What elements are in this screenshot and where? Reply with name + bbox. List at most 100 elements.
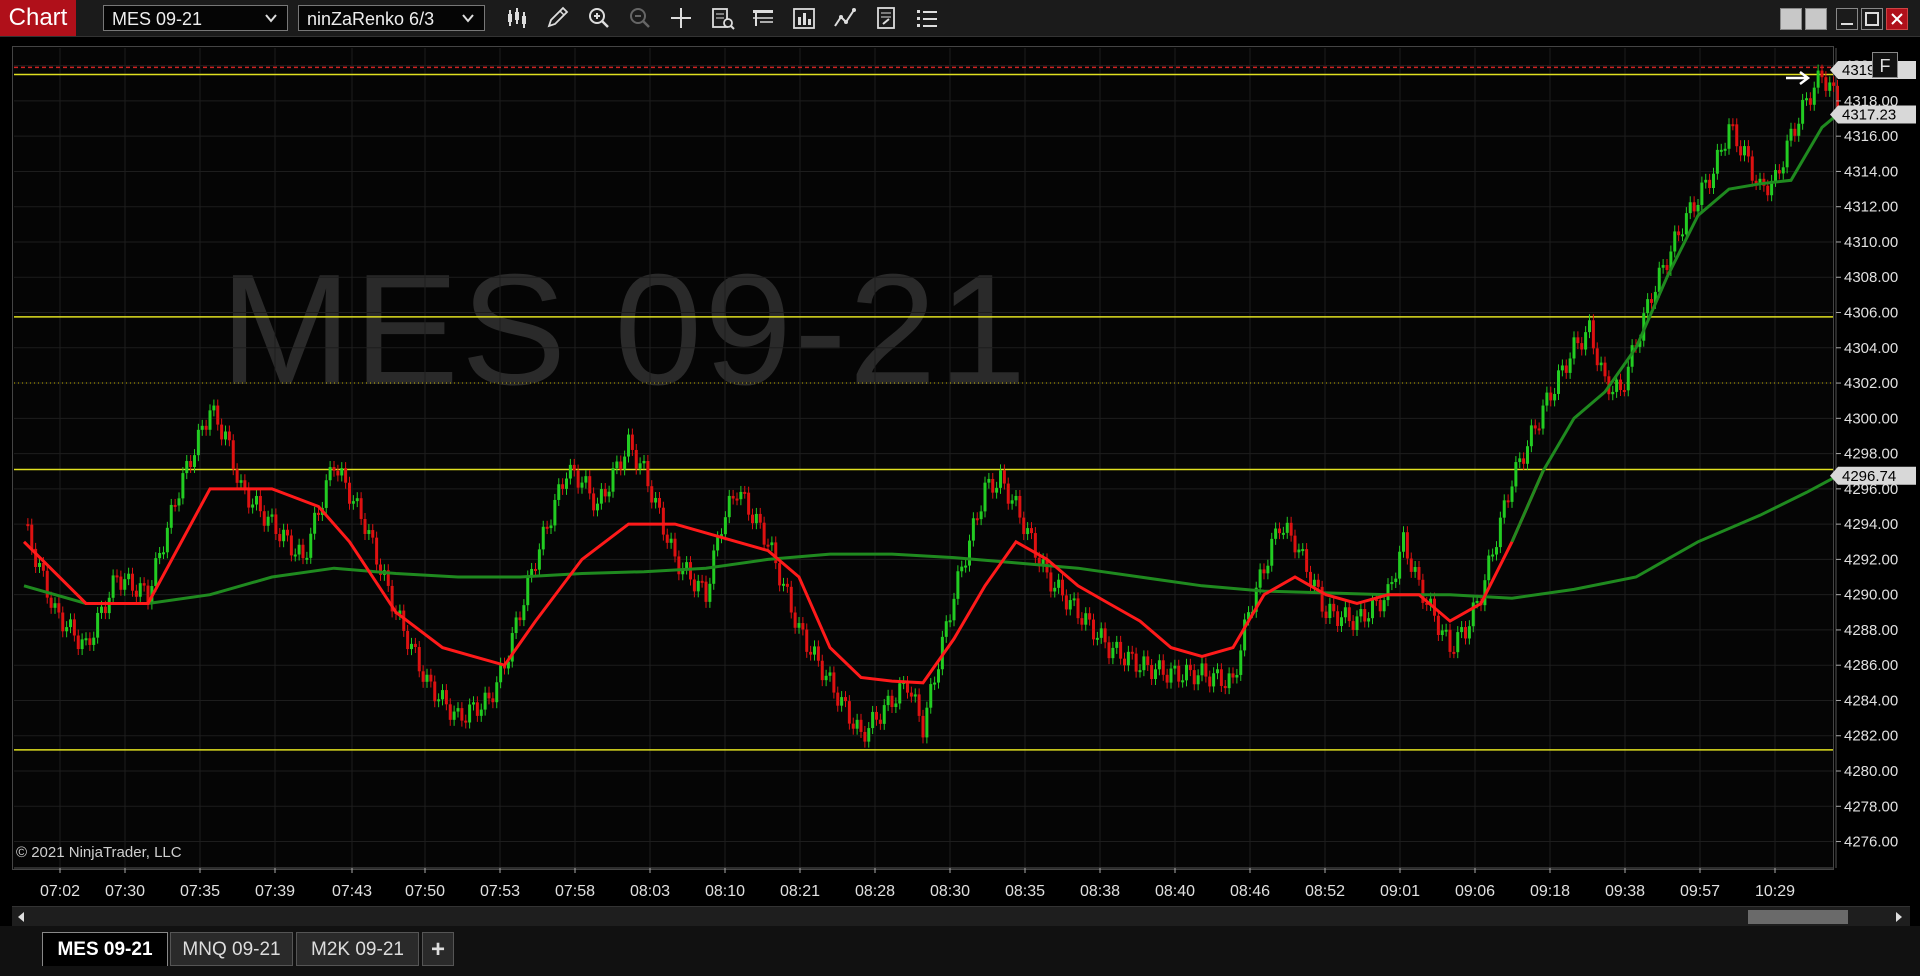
up-bar	[929, 684, 933, 708]
down-bar	[258, 495, 262, 512]
up-bar	[1700, 182, 1704, 205]
down-bar	[1030, 528, 1033, 534]
down-bar	[421, 671, 425, 682]
up-bar	[111, 575, 115, 598]
up-bar	[580, 482, 584, 488]
scroll-left-icon[interactable]	[14, 907, 28, 927]
down-bar	[1405, 532, 1409, 559]
up-bar	[642, 460, 646, 464]
up-bar	[871, 711, 875, 729]
up-bar	[177, 498, 181, 506]
down-bar	[677, 556, 681, 575]
up-bar	[495, 682, 499, 703]
down-bar	[735, 498, 739, 501]
down-bar	[142, 583, 146, 586]
up-bar	[1599, 362, 1603, 366]
time-tick-label: 08:10	[705, 883, 745, 900]
up-bar	[1301, 549, 1305, 552]
down-bar	[243, 480, 247, 489]
up-bar	[1173, 665, 1177, 669]
up-bar	[1095, 637, 1099, 640]
down-bar	[1436, 615, 1440, 635]
down-bar	[1150, 664, 1154, 680]
up-bar	[441, 690, 444, 700]
down-bar	[1165, 674, 1169, 683]
down-bar	[1746, 146, 1750, 157]
down-bar	[1665, 265, 1669, 270]
down-bar	[173, 504, 177, 507]
up-bar	[886, 695, 890, 706]
time-tick-label: 08:30	[930, 883, 970, 900]
up-bar	[1014, 495, 1018, 501]
time-tick-label: 07:43	[332, 883, 372, 900]
up-bar	[952, 598, 956, 621]
up-bar	[1386, 584, 1390, 601]
up-bar	[638, 463, 642, 469]
down-bar	[851, 723, 855, 729]
up-bar	[1712, 173, 1715, 189]
up-bar	[1185, 664, 1188, 681]
up-bar	[1816, 70, 1820, 88]
up-bar	[1781, 167, 1785, 174]
time-tick-label: 09:57	[1680, 883, 1720, 900]
down-bar	[863, 731, 867, 742]
down-bar	[1650, 299, 1653, 303]
down-bar	[689, 562, 692, 580]
tab-m2k[interactable]: M2K 09-21	[296, 932, 419, 966]
price-tick-label: 4276.00	[1844, 834, 1898, 851]
down-bar	[1262, 569, 1266, 574]
up-bar	[1126, 651, 1130, 666]
down-bar	[216, 405, 220, 425]
time-tick-label: 09:38	[1605, 883, 1645, 900]
down-bar	[1692, 202, 1696, 212]
up-bar	[154, 558, 158, 587]
down-bar	[1452, 651, 1456, 654]
slow-moving-average	[23, 474, 1839, 605]
tab-mnq[interactable]: MNQ 09-21	[170, 932, 293, 966]
down-bar	[57, 603, 61, 613]
scroll-right-icon[interactable]	[1892, 907, 1906, 927]
price-tick-label: 4284.00	[1844, 692, 1898, 709]
time-tick-label: 09:06	[1455, 883, 1495, 900]
down-bar	[1409, 558, 1413, 572]
up-bar	[293, 554, 297, 557]
time-tick-label: 07:50	[405, 883, 445, 900]
up-bar	[1661, 265, 1665, 268]
up-bar	[96, 612, 100, 638]
scroll-thumb[interactable]	[1748, 910, 1848, 924]
down-bar	[429, 674, 433, 682]
up-bar	[716, 537, 720, 551]
down-bar	[743, 491, 747, 494]
horizontal-scrollbar[interactable]	[12, 906, 1910, 927]
down-bar	[1076, 598, 1080, 619]
up-bar	[92, 637, 96, 645]
up-bar	[708, 583, 712, 602]
up-bar	[80, 639, 84, 650]
up-bar	[1704, 179, 1708, 183]
price-chart[interactable]: 4320.004318.004316.004314.004312.004310.…	[0, 0, 1920, 906]
tab-mes[interactable]: MES 09-21	[42, 932, 168, 966]
down-bar	[359, 498, 363, 519]
down-bar	[766, 544, 770, 547]
add-tab-button[interactable]: +	[422, 932, 454, 966]
up-bar	[855, 719, 859, 729]
down-bar	[1832, 82, 1836, 86]
up-bar	[739, 491, 743, 500]
down-bar	[262, 511, 266, 526]
down-bar	[1708, 179, 1712, 189]
up-bar	[305, 557, 309, 560]
down-bar	[348, 482, 351, 504]
down-bar	[793, 612, 797, 628]
down-bar	[1595, 348, 1599, 366]
up-bar	[1138, 670, 1142, 673]
up-bar	[1440, 630, 1444, 635]
price-tick-label: 4294.00	[1844, 516, 1898, 533]
up-bar	[169, 504, 173, 528]
down-bar	[317, 512, 320, 515]
down-bar	[1766, 185, 1770, 196]
up-bar	[313, 512, 317, 534]
down-bar	[1002, 470, 1006, 484]
up-bar	[971, 518, 975, 541]
f-button[interactable]: F	[1872, 52, 1898, 78]
up-bar	[127, 573, 131, 580]
